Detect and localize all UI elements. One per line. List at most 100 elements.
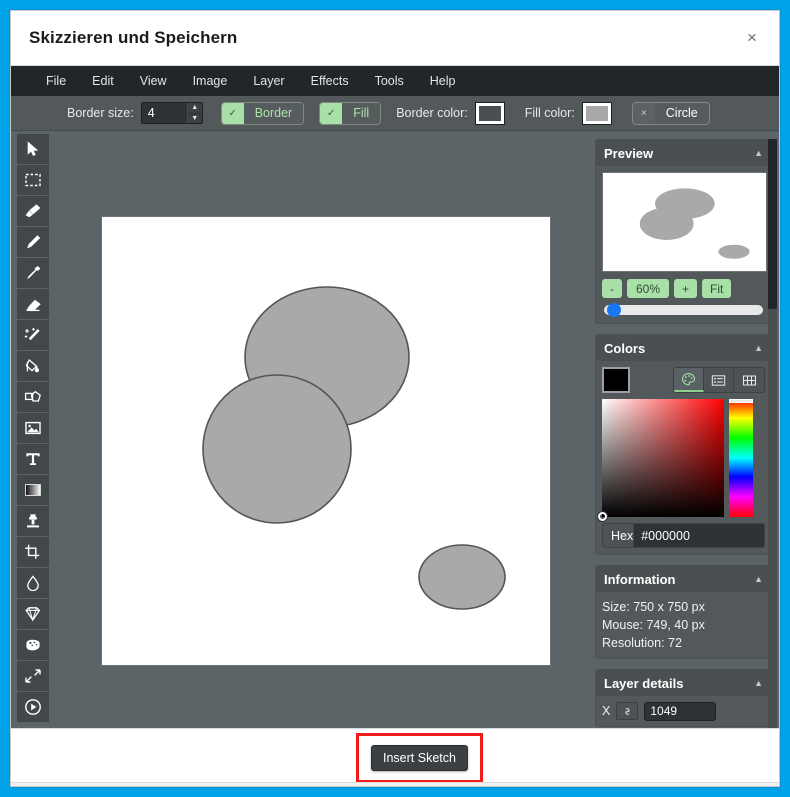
drawing-canvas[interactable] [101,216,551,666]
border-size-spin-buttons[interactable]: ▲ ▼ [186,103,202,123]
shape-ellipse-small[interactable] [718,244,750,259]
layer-details-panel-header[interactable]: Layer details ▲ [596,670,771,696]
colors-panel-header[interactable]: Colors ▲ [596,335,771,361]
border-toggle[interactable]: ✓ Border [220,101,305,125]
color-picker-area [598,399,765,521]
menu-tools[interactable]: Tools [362,70,417,92]
play-icon[interactable] [17,692,49,722]
screen: Skizzieren und Speichern × File Edit Vie… [0,0,790,797]
paint-bucket-icon[interactable] [17,351,49,381]
menu-help[interactable]: Help [417,70,469,92]
toolbox [11,131,51,728]
zoom-slider-knob[interactable] [607,303,622,317]
shape-type-label: Circle [654,102,709,124]
chevron-up-icon[interactable]: ▲ [754,574,763,584]
color-picker-icon[interactable] [17,258,49,288]
information-panel-header[interactable]: Information ▲ [596,566,771,592]
hue-slider[interactable] [729,399,753,517]
spin-up-icon[interactable]: ▲ [187,103,202,114]
border-color-label: Border color: [396,106,468,120]
zoom-level-value[interactable]: 60% [627,279,669,298]
menu-layer[interactable]: Layer [240,70,297,92]
paintbrush-icon[interactable] [17,196,49,226]
fill-color-label: Fill color: [524,106,575,120]
shapes-icon[interactable] [17,382,49,412]
shape-circle-middle[interactable] [202,374,352,524]
page-title: Skizzieren und Speichern [29,28,238,47]
preview-zoom-controls: - 60% + Fit [602,279,765,298]
border-size-input[interactable] [141,103,187,123]
shape-ellipse-small[interactable] [418,544,506,610]
close-icon[interactable]: × [739,25,765,51]
layer-x-input[interactable] [644,701,717,721]
menu-effects[interactable]: Effects [298,70,362,92]
eraser-icon[interactable] [17,289,49,319]
saturation-value-box[interactable] [598,399,724,521]
preview-panel-body: - 60% + Fit [596,166,771,323]
shape-circle-middle[interactable] [639,207,694,240]
current-color-swatch[interactable] [602,367,630,393]
list-icon[interactable] [704,368,734,392]
menu-file[interactable]: File [33,70,79,92]
chevron-up-icon[interactable]: ▲ [754,343,763,353]
preview-panel: Preview ▲ - 60% + Fit [595,139,772,324]
hex-field-row: Hex [602,523,765,548]
move-select-icon[interactable] [17,134,49,164]
spin-down-icon[interactable]: ▼ [187,113,202,123]
border-size-stepper[interactable]: ▲ ▼ [140,102,203,124]
insert-sketch-button[interactable]: Insert Sketch [371,745,468,771]
gradient-icon[interactable] [17,475,49,505]
menu-edit[interactable]: Edit [79,70,127,92]
hex-input[interactable] [633,524,764,547]
close-icon[interactable]: × [632,102,655,124]
fill-toggle-label: Fill [342,102,381,124]
info-resolution: Resolution: 72 [602,636,682,650]
zoom-in-button[interactable]: + [674,279,698,298]
preview-panel-header[interactable]: Preview ▲ [596,140,771,166]
fill-toggle[interactable]: ✓ Fill [319,101,382,125]
link-icon[interactable] [616,702,639,720]
canvas-shapes [202,286,506,610]
chevron-up-icon[interactable]: ▲ [754,678,763,688]
grid-icon[interactable] [734,368,764,392]
zoom-slider[interactable] [604,303,763,317]
zoom-fit-button[interactable]: Fit [702,279,732,298]
resize-icon[interactable] [17,661,49,691]
check-icon: ✓ [320,102,343,124]
image-icon[interactable] [17,413,49,443]
information-panel-title: Information [604,571,676,587]
check-icon: ✓ [221,102,244,124]
canvas-area[interactable] [51,131,589,728]
hex-label: Hex [611,528,634,543]
text-icon[interactable] [17,444,49,474]
shape-type-chip[interactable]: × Circle [631,101,710,125]
crop-icon[interactable] [17,537,49,567]
footer-bottom-strip [11,782,779,786]
chevron-up-icon[interactable]: ▲ [754,148,763,158]
color-mode-group [673,367,765,393]
clone-stamp-icon[interactable] [17,506,49,536]
fill-color-swatch[interactable] [581,101,612,125]
layer-details-panel: Layer details ▲ X [595,669,772,727]
dialog-footer: Insert Sketch [11,728,779,786]
sponge-icon[interactable] [17,630,49,660]
layer-details-panel-body: X [596,696,771,726]
right-panel-scrollbar[interactable] [768,139,777,728]
dialog-titlebar: Skizzieren und Speichern × [11,11,779,65]
preview-thumbnail [602,172,767,272]
information-panel: Information ▲ Size: 750 x 750 px Mouse: … [595,565,772,659]
magic-wand-icon[interactable] [17,320,49,350]
blur-drop-icon[interactable] [17,568,49,598]
right-panel-stack: Preview ▲ - 60% + Fit Colors ▲ Hex #0000… [589,131,779,728]
menu-image[interactable]: Image [180,70,241,92]
pencil-icon[interactable] [17,227,49,257]
sv-selector-handle[interactable] [598,512,607,521]
palette-icon[interactable] [674,368,704,392]
scrollbar-thumb[interactable] [768,139,777,309]
rectangle-select-icon[interactable] [17,165,49,195]
sharpen-icon[interactable] [17,599,49,629]
border-color-swatch[interactable] [474,101,505,125]
hue-selector-handle[interactable] [729,399,753,403]
menu-view[interactable]: View [127,70,180,92]
zoom-out-button[interactable]: - [602,279,622,298]
